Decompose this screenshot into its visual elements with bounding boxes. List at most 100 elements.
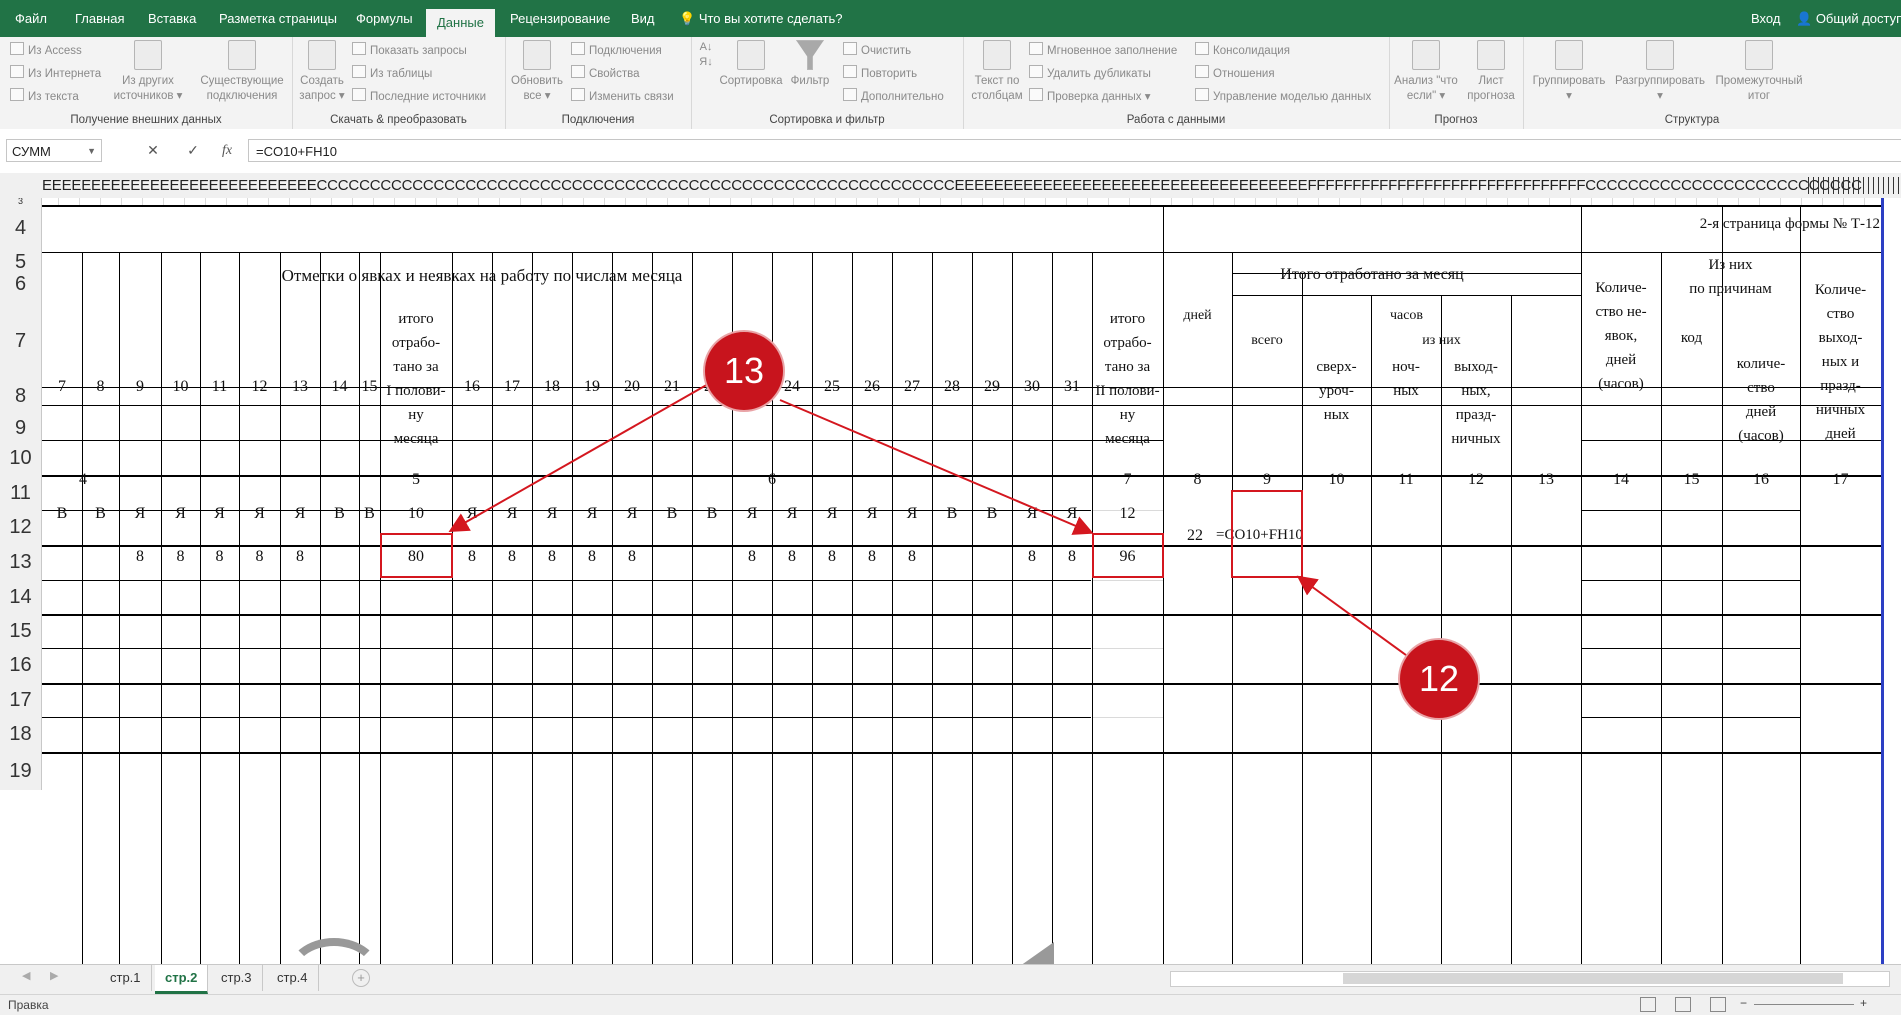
- title-total[interactable]: Итого отработано за месяц: [1163, 266, 1581, 284]
- hours-value[interactable]: 8: [1052, 548, 1092, 566]
- hours-value[interactable]: 8: [492, 548, 532, 566]
- column-headers[interactable]: EEEEEEEEEEEEEEEEEEEEEEEEEEEECCCCCCCCCCCC…: [0, 173, 1901, 200]
- text-to-columns-button[interactable]: Текст по столбцам: [967, 40, 1027, 104]
- share-button[interactable]: 👤 Общий доступ: [1785, 0, 1901, 37]
- filter-button[interactable]: Фильтр: [785, 40, 835, 89]
- col-number[interactable]: 17: [1800, 471, 1881, 489]
- day-number[interactable]: 25: [812, 378, 852, 396]
- half1-days[interactable]: 10: [380, 505, 452, 523]
- row-header[interactable]: 8: [0, 386, 42, 406]
- row-header[interactable]: 17: [0, 683, 42, 717]
- total-days-value[interactable]: 22: [1180, 527, 1210, 545]
- tab-page-layout[interactable]: Разметка страницы: [208, 0, 348, 37]
- insert-function-icon[interactable]: fx: [214, 139, 240, 162]
- row-header[interactable]: 6: [0, 273, 42, 295]
- day-number[interactable]: 7: [42, 378, 82, 396]
- refresh-all-button[interactable]: Обновить все ▾: [507, 40, 567, 104]
- forecast-sheet-button[interactable]: Лист прогноза: [1461, 40, 1521, 104]
- sort-button[interactable]: Сортировка: [715, 40, 787, 89]
- day-number[interactable]: 13: [280, 378, 320, 396]
- attendance-mark[interactable]: Я: [812, 505, 852, 523]
- hours-value[interactable]: 8: [119, 548, 161, 566]
- attendance-mark[interactable]: Я: [200, 505, 239, 523]
- attendance-mark[interactable]: В: [972, 505, 1012, 523]
- page-layout-view-icon[interactable]: [1675, 997, 1691, 1012]
- existing-connections-button[interactable]: Существующие подключения: [196, 40, 288, 104]
- formula-input[interactable]: =CO10+FH10: [248, 139, 1901, 162]
- attendance-mark[interactable]: В: [932, 505, 972, 523]
- connections-button[interactable]: Подключения: [571, 42, 662, 57]
- attendance-mark[interactable]: Я: [612, 505, 652, 523]
- attendance-mark[interactable]: Я: [892, 505, 932, 523]
- row-header[interactable]: 9: [0, 405, 42, 440]
- row-header[interactable]: 16: [0, 648, 42, 683]
- manage-data-model-button[interactable]: Управление моделью данных: [1195, 88, 1371, 103]
- hours-value[interactable]: 8: [532, 548, 572, 566]
- hours-value[interactable]: 8: [572, 548, 612, 566]
- cancel-icon[interactable]: ✕: [140, 139, 166, 162]
- page-break-view-icon[interactable]: [1710, 997, 1726, 1012]
- day-number[interactable]: 28: [932, 378, 972, 396]
- day-number[interactable]: 31: [1052, 378, 1092, 396]
- day-number[interactable]: 12: [239, 378, 280, 396]
- subtotal-button[interactable]: Промежуточный итог: [1711, 40, 1807, 104]
- attendance-mark[interactable]: Я: [119, 505, 161, 523]
- day-number[interactable]: 30: [1012, 378, 1052, 396]
- properties-button[interactable]: Свойства: [571, 65, 640, 80]
- advanced-filter-button[interactable]: Дополнительно: [843, 88, 944, 103]
- tab-formulas[interactable]: Формулы: [345, 0, 424, 37]
- attendance-mark[interactable]: Я: [532, 505, 572, 523]
- from-web-button[interactable]: Из Интернета: [10, 65, 101, 80]
- horizontal-scrollbar[interactable]: [1170, 971, 1890, 987]
- day-number[interactable]: 21: [652, 378, 692, 396]
- day-number[interactable]: 26: [852, 378, 892, 396]
- show-queries-button[interactable]: Показать запросы: [352, 42, 467, 57]
- hours-value[interactable]: 8: [612, 548, 652, 566]
- sheet-tab-1[interactable]: стр.1: [100, 965, 152, 991]
- narrow-columns[interactable]: [1808, 177, 1901, 194]
- hours-value[interactable]: 8: [452, 548, 492, 566]
- title-marks[interactable]: Отметки о явках и неявках на работу по ч…: [42, 266, 922, 286]
- remove-duplicates-button[interactable]: Удалить дубликаты: [1029, 65, 1151, 80]
- row-header[interactable]: 15: [0, 614, 42, 648]
- row-header[interactable]: 19: [0, 752, 42, 790]
- clear-filter-button[interactable]: Очистить: [843, 42, 911, 57]
- sort-az-button[interactable]: A↓ Я↓: [695, 40, 717, 70]
- col-number[interactable]: 8: [1163, 471, 1232, 489]
- hours-value[interactable]: 8: [239, 548, 280, 566]
- reapply-button[interactable]: Повторить: [843, 65, 917, 80]
- flash-fill-button[interactable]: Мгновенное заполнение: [1029, 42, 1177, 57]
- col-number[interactable]: 12: [1441, 471, 1511, 489]
- tab-view[interactable]: Вид: [620, 0, 666, 37]
- attendance-mark[interactable]: В: [42, 505, 82, 523]
- from-access-button[interactable]: Из Access: [10, 42, 82, 57]
- sheet-tab-4[interactable]: стр.4: [267, 965, 319, 991]
- sheet-grid[interactable]: 234567891011121314151617181932-я страниц…: [0, 198, 1901, 964]
- day-number[interactable]: 14: [320, 378, 359, 396]
- day-number[interactable]: 18: [532, 378, 572, 396]
- row-header[interactable]: 10: [0, 440, 42, 476]
- hours-value[interactable]: 8: [772, 548, 812, 566]
- col-number[interactable]: 11: [1371, 471, 1441, 489]
- attendance-mark[interactable]: Я: [1012, 505, 1052, 523]
- day-number[interactable]: 19: [572, 378, 612, 396]
- attendance-mark[interactable]: Я: [852, 505, 892, 523]
- col-number[interactable]: 6: [452, 471, 1092, 489]
- code-header[interactable]: код: [1661, 330, 1722, 347]
- hours-value[interactable]: 8: [200, 548, 239, 566]
- row-header[interactable]: 7: [0, 295, 42, 387]
- col-number[interactable]: 16: [1722, 471, 1800, 489]
- hours-value[interactable]: 8: [280, 548, 320, 566]
- name-box[interactable]: СУММ ▼: [6, 139, 102, 162]
- all-header[interactable]: всего: [1232, 333, 1302, 349]
- chevron-down-icon[interactable]: ▼: [87, 140, 96, 163]
- col-number[interactable]: 13: [1511, 471, 1581, 489]
- row-header[interactable]: 3: [0, 198, 42, 206]
- what-if-button[interactable]: Анализ "что если" ▾: [1391, 40, 1461, 104]
- sheet-tab-2[interactable]: стр.2: [155, 965, 209, 994]
- day-number[interactable]: 11: [200, 378, 239, 396]
- day-number[interactable]: 17: [492, 378, 532, 396]
- attendance-mark[interactable]: Я: [492, 505, 532, 523]
- day-number[interactable]: 15: [359, 378, 380, 396]
- col-number[interactable]: 10: [1302, 471, 1371, 489]
